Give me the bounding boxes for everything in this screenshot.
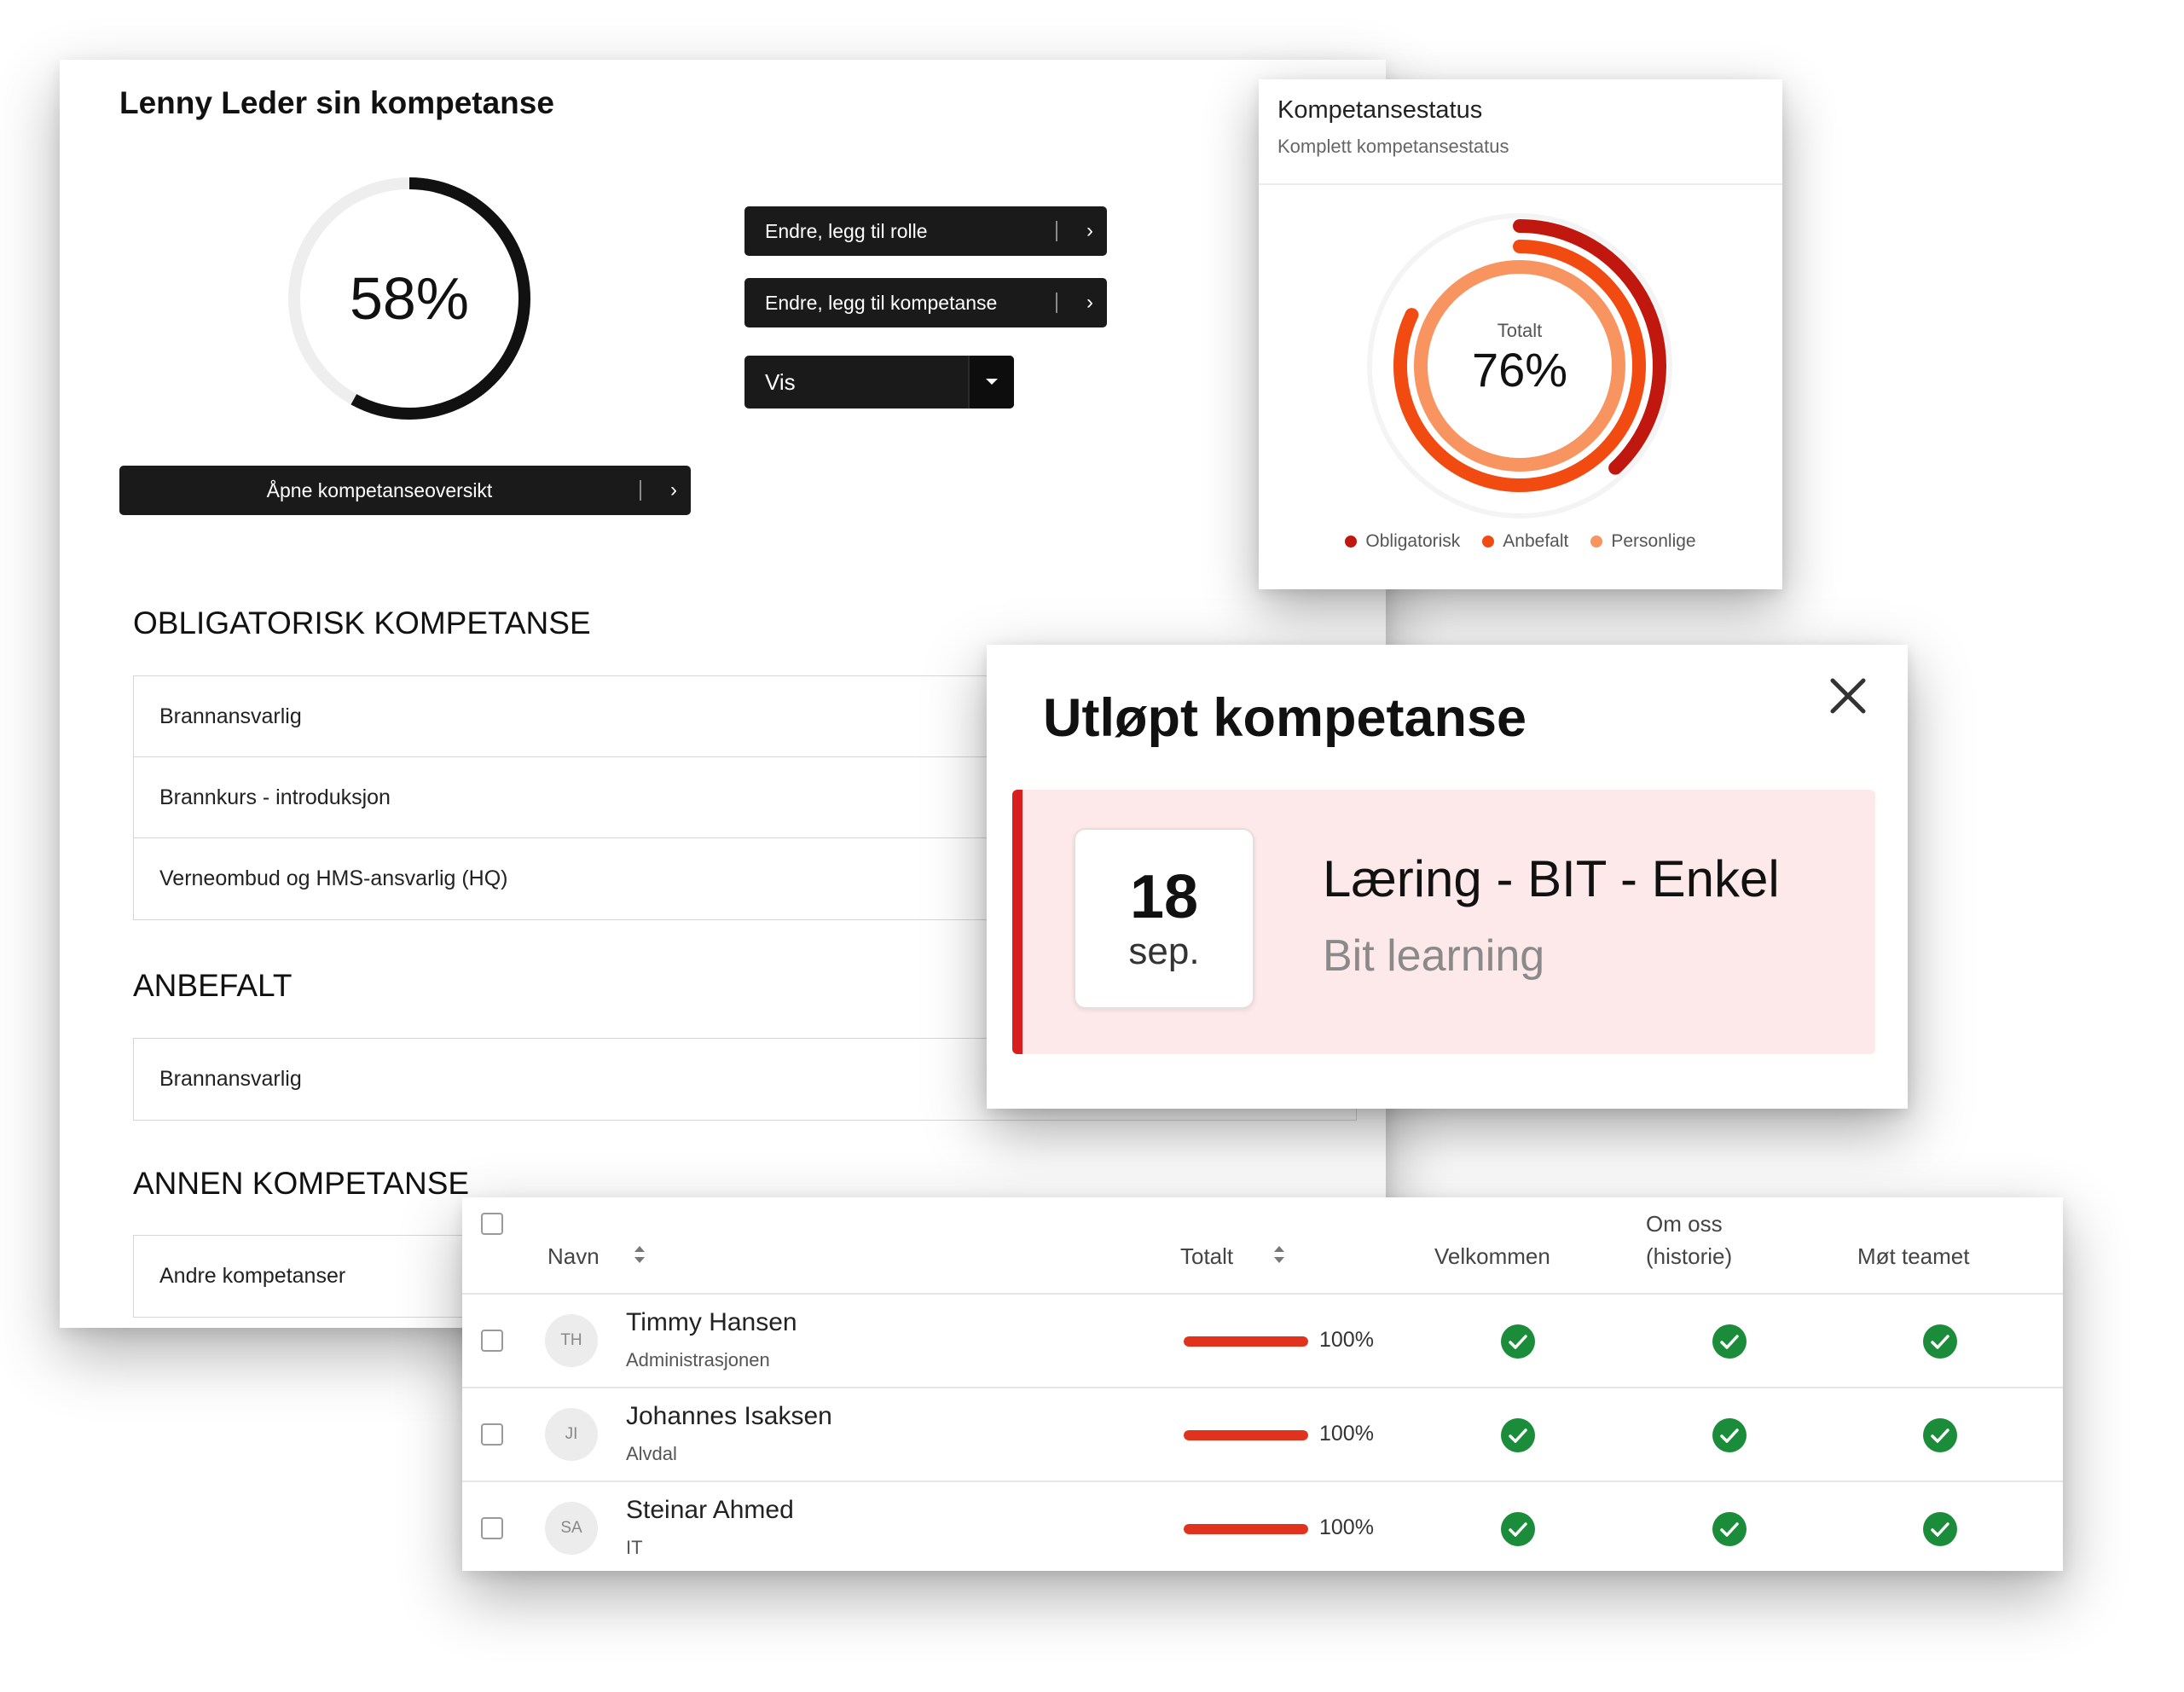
section-heading-anbefalt: ANBEFALT (133, 968, 293, 1003)
status-title: Kompetansestatus (1277, 96, 1483, 124)
competence-status-card: Kompetansestatus Komplett kompetansestat… (1259, 79, 1782, 589)
chevron-right-icon: › (670, 478, 677, 501)
date-month: sep. (1128, 930, 1200, 972)
legend-item-obligatorisk: Obligatorisk (1345, 531, 1460, 552)
legend-dot (1482, 536, 1495, 548)
progress-ring-label: 58% (349, 265, 470, 332)
edit-competence-label: Endre, legg til kompetanse (765, 291, 998, 314)
check-circle-icon (1501, 1324, 1535, 1359)
legend-label: Obligatorisk (1365, 531, 1461, 551)
progress-percent: 100% (1319, 1515, 1374, 1539)
column-header-historie: (historie) (1646, 1243, 1733, 1269)
open-overview-button[interactable]: Åpne kompetanseoversikt › (119, 466, 691, 515)
person-department: Alvdal (626, 1443, 677, 1464)
chevron-right-icon: › (1086, 291, 1093, 314)
status-total-label: Totalt (1497, 320, 1543, 341)
status-legend: Obligatorisk Anbefalt Personlige (1259, 531, 1782, 552)
section-heading-obligatorisk: OBLIGATORISK KOMPETANSE (133, 606, 591, 640)
person-name[interactable]: Timmy Hansen (626, 1308, 797, 1337)
sort-icon[interactable] (631, 1242, 648, 1267)
close-icon[interactable] (1822, 670, 1874, 721)
avatar: JI (545, 1408, 598, 1461)
divider (1259, 183, 1782, 185)
legend-label: Anbefalt (1503, 531, 1569, 551)
row-divider (462, 1387, 2063, 1388)
check-circle-icon (1923, 1418, 1957, 1452)
status-total-value: 76% (1471, 343, 1568, 397)
open-overview-label: Åpne kompetanseoversikt (266, 478, 493, 501)
person-department: IT (626, 1537, 643, 1558)
expired-competence-dialog: Utløpt kompetanse 18 sep. Læring - BIT -… (987, 645, 1908, 1109)
row-divider (462, 1480, 2063, 1482)
person-name[interactable]: Steinar Ahmed (626, 1496, 794, 1525)
page-title: Lenny Leder sin kompetanse (119, 85, 554, 120)
date-day: 18 (1129, 863, 1199, 931)
section-heading-annen: ANNEN KOMPETANSE (133, 1166, 470, 1201)
column-header-name[interactable]: Navn (547, 1243, 600, 1270)
course-title: Læring - BIT - Enkel (1323, 850, 1780, 907)
legend-dot (1345, 536, 1358, 548)
date-badge: 18 sep. (1074, 828, 1254, 1009)
row-checkbox[interactable] (481, 1330, 503, 1352)
button-separator (1056, 221, 1057, 241)
course-provider: Bit learning (1323, 931, 1545, 981)
progress-bar (1184, 1430, 1308, 1440)
edit-role-label: Endre, legg til rolle (765, 219, 928, 242)
avatar: SA (545, 1502, 598, 1555)
check-circle-icon (1712, 1512, 1747, 1546)
check-circle-icon (1923, 1512, 1957, 1546)
progress-bar (1184, 1524, 1308, 1534)
progress-percent: 100% (1319, 1422, 1374, 1446)
person-name[interactable]: Johannes Isaksen (626, 1402, 832, 1431)
column-header-total[interactable]: Totalt (1180, 1243, 1233, 1270)
edit-role-button[interactable]: Endre, legg til rolle › (744, 206, 1107, 256)
button-separator (1056, 293, 1057, 313)
vis-select-value: Vis (765, 368, 796, 395)
column-header-mot-teamet[interactable]: Møt teamet (1857, 1243, 1969, 1270)
vis-select[interactable]: Vis (744, 356, 1014, 409)
check-circle-icon (1712, 1418, 1747, 1452)
check-circle-icon (1712, 1324, 1747, 1359)
progress-percent: 100% (1319, 1328, 1374, 1352)
check-circle-icon (1923, 1324, 1957, 1359)
legend-item-anbefalt: Anbefalt (1482, 531, 1568, 552)
legend-dot (1590, 536, 1603, 548)
avatar: TH (545, 1314, 598, 1367)
row-divider (462, 1293, 2063, 1295)
chevron-right-icon: › (1086, 219, 1093, 242)
edit-competence-button[interactable]: Endre, legg til kompetanse › (744, 278, 1107, 327)
progress-bar (1184, 1336, 1308, 1347)
expired-item[interactable]: 18 sep. Læring - BIT - Enkel Bit learnin… (1012, 790, 1875, 1054)
row-checkbox[interactable] (481, 1423, 503, 1446)
column-header-om-oss[interactable]: Om oss (1646, 1211, 1723, 1237)
check-circle-icon (1501, 1512, 1535, 1546)
column-header-velkommen[interactable]: Velkommen (1434, 1243, 1550, 1270)
select-all-checkbox[interactable] (481, 1213, 503, 1235)
status-subtitle: Komplett kompetansestatus (1277, 136, 1509, 157)
sort-icon[interactable] (1271, 1242, 1288, 1267)
check-circle-icon (1501, 1418, 1535, 1452)
person-department: Administrasjonen (626, 1349, 770, 1370)
legend-label: Personlige (1611, 531, 1696, 551)
row-checkbox[interactable] (481, 1517, 503, 1539)
legend-item-personlige: Personlige (1590, 531, 1696, 552)
employee-table: Navn Totalt Velkommen Om oss (historie) … (462, 1197, 2063, 1571)
dialog-title: Utløpt kompetanse (1043, 688, 1527, 748)
button-separator (640, 480, 641, 501)
caret-down-icon[interactable] (968, 356, 1014, 409)
